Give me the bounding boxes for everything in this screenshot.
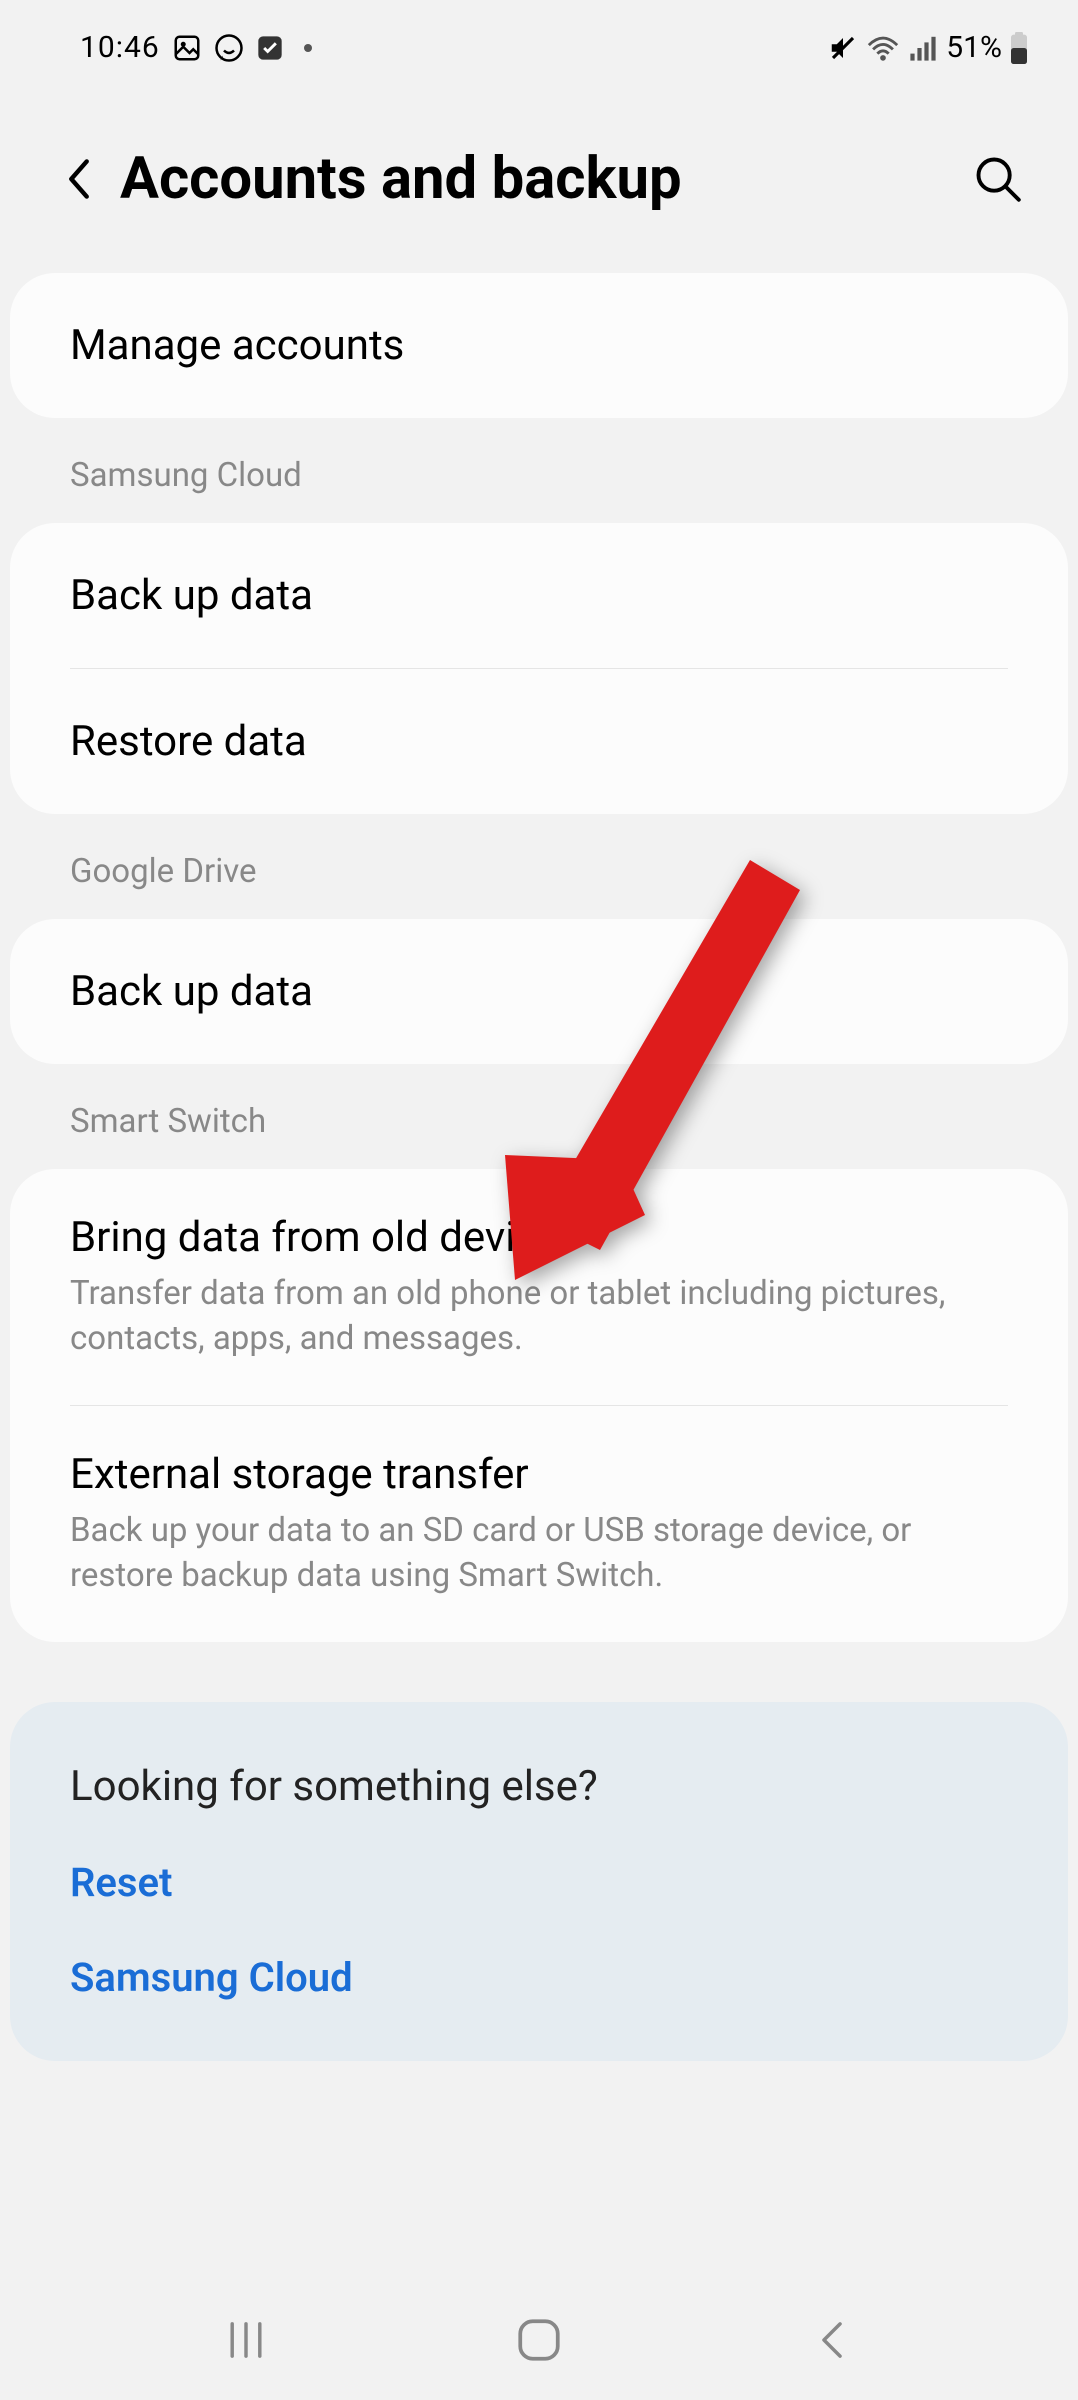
page-title: Accounts and backup: [120, 145, 938, 213]
battery-icon: [1010, 32, 1028, 64]
external-storage-subtitle: Back up your data to an SD card or USB s…: [70, 1509, 1008, 1598]
checkbox-icon: [256, 34, 284, 62]
status-time: 10:46: [80, 30, 160, 65]
samsung-cloud-restore-item[interactable]: Restore data: [10, 669, 1068, 814]
recents-icon: [223, 2317, 269, 2363]
mute-icon: [828, 33, 858, 63]
samsung-cloud-backup-label: Back up data: [70, 571, 1008, 620]
wifi-icon: [866, 33, 900, 63]
google-drive-backup-item[interactable]: Back up data: [10, 919, 1068, 1064]
samsung-cloud-header: Samsung Cloud: [10, 418, 1068, 523]
google-drive-backup-label: Back up data: [70, 967, 1008, 1016]
status-bar: 10:46 51%: [0, 0, 1078, 85]
hint-title: Looking for something else?: [70, 1762, 1008, 1811]
chevron-left-icon: [68, 155, 90, 203]
bring-data-title: Bring data from old device: [70, 1213, 1008, 1262]
external-storage-item[interactable]: External storage transfer Back up your d…: [10, 1406, 1068, 1642]
battery-percent: 51%: [946, 30, 1002, 65]
samsung-cloud-backup-item[interactable]: Back up data: [10, 523, 1068, 668]
manage-accounts-card: Manage accounts: [10, 273, 1068, 418]
home-button[interactable]: [499, 2300, 579, 2380]
whatsapp-icon: [214, 33, 244, 63]
samsung-cloud-card: Back up data Restore data: [10, 523, 1068, 814]
smart-switch-header: Smart Switch: [10, 1064, 1068, 1169]
status-right: 51%: [828, 30, 1028, 65]
status-left: 10:46: [80, 30, 312, 65]
external-storage-title: External storage transfer: [70, 1450, 1008, 1499]
system-nav-bar: [0, 2280, 1078, 2400]
google-drive-card: Back up data: [10, 919, 1068, 1064]
hint-link-samsung-cloud[interactable]: Samsung Cloud: [70, 1954, 1008, 2001]
back-button[interactable]: [50, 159, 90, 199]
back-nav-button[interactable]: [792, 2300, 872, 2380]
bring-data-item[interactable]: Bring data from old device Transfer data…: [10, 1169, 1068, 1405]
search-button[interactable]: [968, 149, 1028, 209]
hint-link-reset[interactable]: Reset: [70, 1859, 1008, 1906]
manage-accounts-item[interactable]: Manage accounts: [10, 273, 1068, 418]
signal-icon: [908, 34, 938, 62]
hint-card: Looking for something else? Reset Samsun…: [10, 1702, 1068, 2061]
chevron-left-icon: [812, 2317, 852, 2363]
app-header: Accounts and backup: [0, 85, 1078, 273]
bring-data-subtitle: Transfer data from an old phone or table…: [70, 1272, 1008, 1361]
more-icon: [304, 44, 312, 52]
home-icon: [514, 2315, 564, 2365]
manage-accounts-label: Manage accounts: [70, 321, 1008, 370]
samsung-cloud-restore-label: Restore data: [70, 717, 1008, 766]
recents-button[interactable]: [206, 2300, 286, 2380]
content-scroll: Manage accounts Samsung Cloud Back up da…: [0, 273, 1078, 2061]
google-drive-header: Google Drive: [10, 814, 1068, 919]
gallery-icon: [172, 33, 202, 63]
smart-switch-card: Bring data from old device Transfer data…: [10, 1169, 1068, 1642]
search-icon: [972, 153, 1024, 205]
